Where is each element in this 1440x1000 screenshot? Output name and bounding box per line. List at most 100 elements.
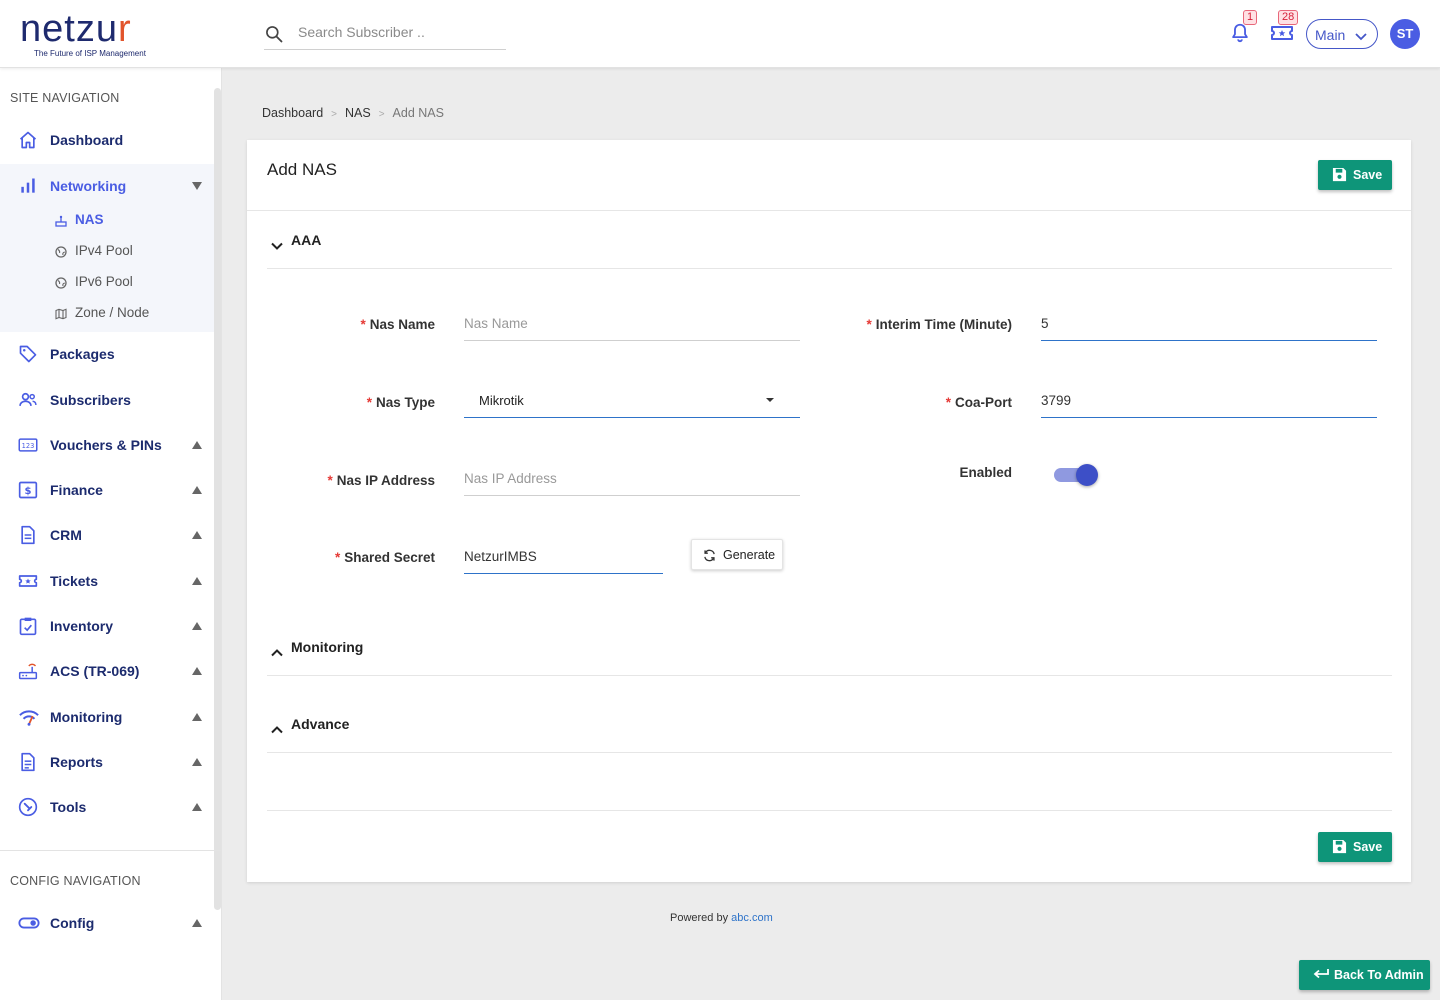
chevron-up-icon <box>271 644 283 662</box>
caret-up-icon <box>192 531 202 539</box>
sidebar-item-inventory[interactable]: Inventory <box>0 606 214 646</box>
sidebar-subitem-label: Zone / Node <box>75 305 150 320</box>
section-aaa-label: AAA <box>291 232 322 248</box>
sidebar-subitem-ipv4-pool[interactable]: IPv4 Pool <box>0 237 214 265</box>
save-button-label: Save <box>1353 168 1383 182</box>
tag-icon <box>18 344 38 364</box>
sidebar-subitem-ipv6-pool[interactable]: IPv6 Pool <box>0 268 214 296</box>
sidebar-item-finance[interactable]: $ Finance <box>0 470 214 510</box>
search-input[interactable] <box>298 24 498 40</box>
sidebar-item-tickets[interactable]: Tickets <box>0 561 214 601</box>
back-to-admin-button[interactable]: Back To Admin <box>1299 960 1430 990</box>
map-icon <box>55 307 67 320</box>
chevron-up-icon <box>271 721 283 739</box>
sidebar-item-label: Packages <box>50 346 115 362</box>
sidebar-subitem-zone-node[interactable]: Zone / Node <box>0 299 214 327</box>
user-avatar[interactable]: ST <box>1390 19 1420 49</box>
generate-button[interactable]: Generate <box>691 539 783 570</box>
chevron-down-icon <box>1355 29 1367 45</box>
caret-down-icon <box>192 182 202 190</box>
sidebar-item-label: Config <box>50 915 95 931</box>
toggle-knob <box>1076 464 1098 486</box>
save-icon <box>1332 167 1347 185</box>
sidebar-item-tools[interactable]: Tools <box>0 787 214 827</box>
caret-up-icon <box>192 758 202 766</box>
sidebar-item-label: Vouchers & PINs <box>50 437 162 453</box>
section-monitoring-header[interactable]: Monitoring <box>267 618 1392 676</box>
save-icon <box>1332 839 1347 857</box>
sidebar-subitem-nas[interactable]: NAS <box>0 206 214 234</box>
breadcrumb-dashboard[interactable]: Dashboard <box>262 106 323 120</box>
sidebar-item-reports[interactable]: Reports <box>0 742 214 782</box>
nas-type-label: * Nas Type <box>366 395 435 410</box>
logo-tagline: The Future of ISP Management <box>34 49 146 58</box>
breadcrumb-separator: > <box>331 109 337 120</box>
users-icon <box>18 390 38 410</box>
sidebar-item-label: Networking <box>50 178 127 194</box>
sidebar-item-acs[interactable]: ACS (TR-069) <box>0 651 214 691</box>
coa-port-input[interactable] <box>1041 384 1377 418</box>
sidebar-subitem-label: IPv6 Pool <box>75 274 133 289</box>
wifi-icon <box>18 707 39 727</box>
page-title: Add NAS <box>267 160 337 179</box>
caret-up-icon <box>192 667 202 675</box>
svg-text:$: $ <box>25 486 32 497</box>
sidebar-item-monitoring[interactable]: Monitoring <box>0 697 214 737</box>
search-icon[interactable] <box>264 24 284 49</box>
nas-type-value: Mikrotik <box>479 393 524 408</box>
sidebar-item-label: Reports <box>50 754 103 770</box>
section-aaa-header[interactable]: AAA <box>267 211 1392 269</box>
notifications-button[interactable]: 1 <box>1229 10 1258 49</box>
sidebar-item-subscribers[interactable]: Subscribers <box>0 380 214 420</box>
sidebar-item-label: Subscribers <box>50 392 131 408</box>
dollar-icon: $ <box>18 480 38 500</box>
caret-up-icon <box>192 441 202 449</box>
powered-by: Powered by abc.com <box>670 912 773 924</box>
tickets-button[interactable]: 28 <box>1270 10 1299 49</box>
chevron-down-icon <box>271 237 283 255</box>
shared-secret-input[interactable] <box>464 540 663 574</box>
sidebar-item-packages[interactable]: Packages <box>0 334 214 374</box>
powered-by-link[interactable]: abc.com <box>731 912 773 924</box>
logo-text: netzu <box>20 8 118 50</box>
caret-up-icon <box>192 713 202 721</box>
caret-up-icon <box>192 622 202 630</box>
logo[interactable]: netzur The Future of ISP Management <box>20 10 146 58</box>
caret-up-icon <box>192 577 202 585</box>
sidebar-item-vouchers-pins[interactable]: 123 Vouchers & PINs <box>0 425 214 465</box>
breadcrumb-nas[interactable]: NAS <box>345 106 371 120</box>
caret-up-icon <box>192 486 202 494</box>
sidebar-item-dashboard[interactable]: Dashboard <box>0 120 214 160</box>
nas-ip-input[interactable] <box>464 462 800 496</box>
sidebar-subitem-label: NAS <box>75 212 104 227</box>
svg-text:123: 123 <box>22 442 35 450</box>
sidebar-item-label: Tickets <box>50 573 98 589</box>
workspace-select[interactable]: Main <box>1306 19 1378 49</box>
sidebar-item-label: Inventory <box>50 618 114 634</box>
sidebar-item-config[interactable]: Config <box>0 903 214 943</box>
enabled-label: Enabled <box>959 465 1012 480</box>
card-footer-divider <box>267 810 1392 811</box>
interim-time-input[interactable] <box>1041 307 1377 341</box>
nas-type-select[interactable]: Mikrotik <box>464 382 800 418</box>
sidebar-divider <box>0 850 222 851</box>
sidebar: SITE NAVIGATION Dashboard Networking NAS… <box>0 68 222 1000</box>
sidebar-item-label: Dashboard <box>50 132 124 148</box>
caret-up-icon <box>192 919 202 927</box>
clipboard-check-icon <box>18 616 38 636</box>
sidebar-item-networking[interactable]: Networking <box>0 166 214 206</box>
sidebar-scrollbar[interactable] <box>214 88 221 910</box>
report-icon <box>18 752 38 772</box>
generate-button-label: Generate <box>723 548 776 562</box>
sidebar-item-label: CRM <box>50 527 82 543</box>
sidebar-item-crm[interactable]: CRM <box>0 515 214 555</box>
save-button-top[interactable]: Save <box>1318 160 1392 190</box>
section-advance-header[interactable]: Advance <box>267 695 1392 753</box>
save-button-bottom[interactable]: Save <box>1318 832 1392 862</box>
enabled-toggle[interactable] <box>1054 463 1098 487</box>
sidebar-subitem-label: IPv4 Pool <box>75 243 133 258</box>
caret-up-icon <box>192 803 202 811</box>
ticket-icon <box>18 571 38 591</box>
nas-name-input[interactable] <box>464 307 800 341</box>
return-arrow-icon <box>1313 968 1329 984</box>
